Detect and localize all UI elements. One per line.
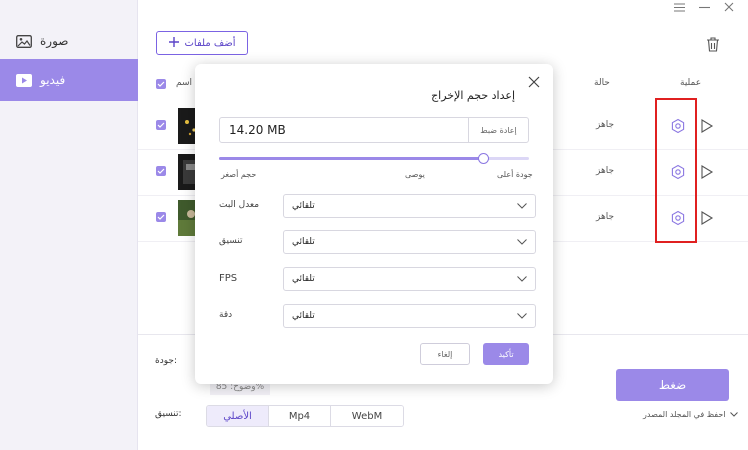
play-icon[interactable] <box>700 210 714 226</box>
row-status: جاهز <box>596 212 615 222</box>
slider-label-recommended: يوصى <box>405 170 425 179</box>
row-checkbox[interactable] <box>156 120 166 130</box>
field-format: تنسيق تلقائي <box>195 230 553 254</box>
save-to-label: احفظ في المجلد المصدر <box>643 410 726 419</box>
cancel-button[interactable]: إلغاء <box>420 343 470 365</box>
select-value: تلقائي <box>292 237 315 247</box>
slider-handle[interactable] <box>477 153 489 164</box>
chevron-down-icon <box>729 410 738 419</box>
format-option-mp4[interactable]: Mp4 <box>269 406 331 426</box>
field-resolution: دقة تلقائي <box>195 304 553 328</box>
chevron-down-icon <box>517 275 527 285</box>
column-header-name: اسم <box>176 78 193 88</box>
row-status: جاهز <box>596 166 615 176</box>
menu-icon[interactable] <box>674 2 685 15</box>
dialog-title: إعداد حجم الإخراج <box>431 89 515 102</box>
sidebar-item-label: فيديو <box>40 73 66 87</box>
size-slider[interactable] <box>219 153 529 164</box>
select-all-checkbox[interactable] <box>156 79 166 89</box>
field-label: FPS <box>219 273 238 284</box>
add-files-label: أضف ملفات <box>184 37 236 49</box>
add-files-button[interactable]: أضف ملفات <box>156 31 248 55</box>
format-selector: الأصلي Mp4 WebM <box>206 405 404 427</box>
compress-button[interactable]: ضغط <box>616 369 729 401</box>
chevron-down-icon <box>517 238 527 248</box>
field-label: معدل البت <box>219 200 260 210</box>
select-value: تلقائي <box>292 201 315 211</box>
row-checkbox[interactable] <box>156 166 166 176</box>
column-header-operation: عملية <box>680 78 702 88</box>
settings-highlight-box <box>655 98 697 243</box>
minimize-icon[interactable] <box>699 2 710 15</box>
field-label: دقة <box>219 310 233 320</box>
fps-select[interactable]: تلقائي <box>283 267 536 291</box>
output-size-dialog: إعداد حجم الإخراج 14.20 MB إعادة ضبط حجم… <box>195 64 553 384</box>
close-icon[interactable] <box>527 75 541 89</box>
select-value: تلقائي <box>292 311 315 321</box>
row-checkbox[interactable] <box>156 212 166 222</box>
chevron-down-icon <box>517 312 527 322</box>
slider-label-small: حجم أصغر <box>221 170 257 179</box>
slider-label-high: جودة أعلى <box>497 170 533 179</box>
row-status: جاهز <box>596 120 615 130</box>
reset-button[interactable]: إعادة ضبط <box>468 118 528 142</box>
format-label: تنسيق: <box>155 409 182 419</box>
column-header-status: حالة <box>594 78 610 88</box>
format-select[interactable]: تلقائي <box>283 230 536 254</box>
video-icon <box>16 73 32 87</box>
quality-label: جودة: <box>155 356 177 366</box>
select-value: تلقائي <box>292 274 315 284</box>
save-to-dropdown[interactable]: احفظ في المجلد المصدر <box>643 410 738 419</box>
field-label: تنسيق <box>219 236 243 246</box>
format-option-webm[interactable]: WebM <box>331 406 403 426</box>
slider-fill <box>219 157 483 160</box>
confirm-button[interactable]: تأكيد <box>483 343 529 365</box>
field-fps: FPS تلقائي <box>195 267 553 291</box>
chevron-down-icon <box>517 202 527 212</box>
output-size-value: 14.20 MB <box>229 123 286 137</box>
sidebar-item-image[interactable]: صورة <box>0 20 138 62</box>
play-icon[interactable] <box>700 118 714 134</box>
bitrate-select[interactable]: تلقائي <box>283 194 536 218</box>
resolution-select[interactable]: تلقائي <box>283 304 536 328</box>
sidebar: صورة فيديو <box>0 0 138 450</box>
close-icon[interactable] <box>724 2 734 15</box>
sidebar-item-video[interactable]: فيديو <box>0 59 138 101</box>
format-option-original[interactable]: الأصلي <box>207 406 269 426</box>
sidebar-item-label: صورة <box>40 34 69 48</box>
field-bitrate: معدل البت تلقائي <box>195 194 553 218</box>
image-icon <box>16 34 32 48</box>
plus-icon <box>168 36 179 50</box>
play-icon[interactable] <box>700 164 714 180</box>
trash-icon[interactable] <box>706 37 720 55</box>
output-size-field[interactable]: 14.20 MB إعادة ضبط <box>219 117 529 143</box>
window-controls <box>674 2 734 15</box>
